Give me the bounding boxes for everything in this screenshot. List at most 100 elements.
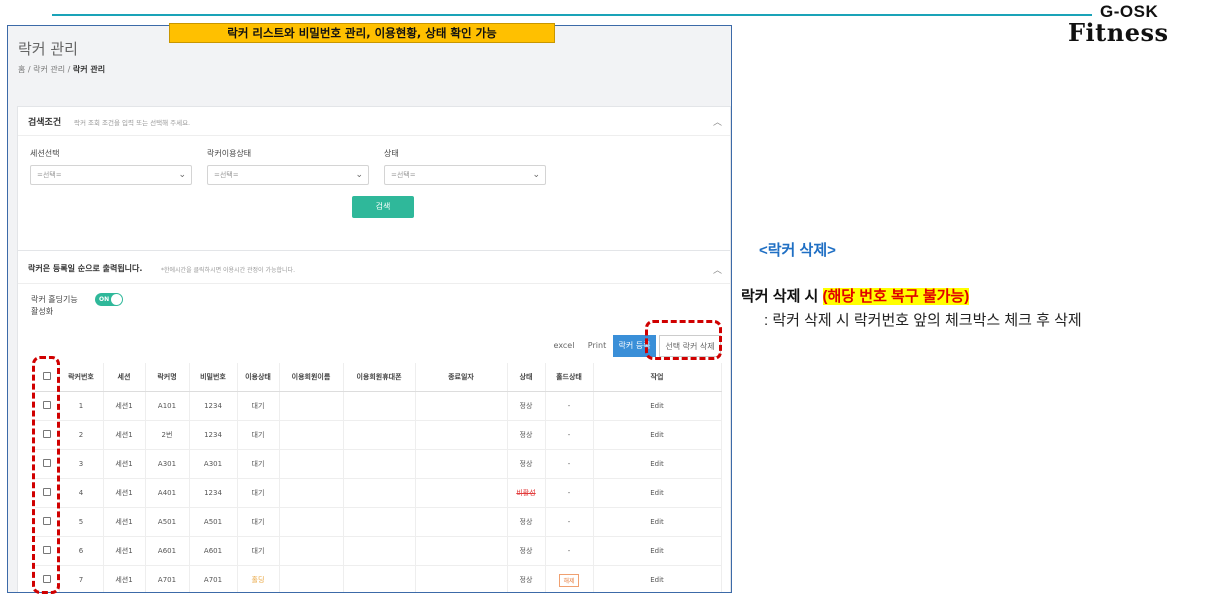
hold-status: -	[545, 391, 594, 421]
use-status[interactable]: 대기	[237, 507, 280, 537]
use-status[interactable]: 대기	[237, 449, 280, 479]
member-phone	[343, 565, 416, 592]
member-name	[279, 478, 344, 508]
use-status[interactable]: 홀딩	[237, 565, 280, 592]
end-date	[415, 478, 508, 508]
breadcrumb-current: 락커 관리	[72, 65, 106, 74]
col-hold-status[interactable]: 홀드상태	[545, 363, 594, 392]
annotation-line1-prefix: 락커 삭제 시	[741, 288, 823, 305]
member-phone	[343, 507, 416, 537]
session-select-value: =선택=	[37, 171, 62, 179]
member-name	[279, 391, 344, 421]
member-phone	[343, 478, 416, 508]
hold-label-line1: 락커 홀딩기능	[31, 295, 78, 304]
col-status[interactable]: 상태	[507, 363, 546, 392]
list-panel-header: 락커은 등록일 순으로 출력됩니다. *한에시간을 클릭하시면 이용시간 관정이…	[18, 251, 730, 284]
col-use-status[interactable]: 이용상태	[237, 363, 280, 392]
status: 정상	[507, 536, 546, 566]
use-status[interactable]: 대기	[237, 391, 280, 421]
locker-no: 6	[59, 536, 104, 566]
locker-no: 1	[59, 391, 104, 421]
locker-name: A601	[145, 536, 190, 566]
toggle-knob	[111, 294, 122, 305]
hold-label-line2: 활성화	[31, 307, 54, 316]
search-panel: 검색조건 락커 조회 조건을 입력 또는 선택해 주세요. ︿ 세션선택 =선택…	[17, 106, 731, 258]
locker-table: 락커번호 세션 락커명 비밀번호 이용상태 이용회원이름 이용회원휴대폰 종료일…	[35, 363, 722, 592]
collapse-chevron-icon[interactable]: ︿	[713, 263, 722, 276]
locker-no: 4	[59, 478, 104, 508]
col-locker-name[interactable]: 락커명	[145, 363, 190, 392]
edit-link[interactable]: Edit	[593, 507, 722, 537]
edit-link[interactable]: Edit	[593, 391, 722, 421]
brand-logo-bottom: Fitness	[1068, 18, 1169, 47]
status: 정상	[507, 507, 546, 537]
locker-name: A401	[145, 478, 190, 508]
status-select[interactable]: =선택= ⌄	[384, 165, 546, 185]
locker-name: 2번	[145, 420, 190, 450]
session: 세션1	[103, 507, 146, 537]
hold-status: -	[545, 507, 594, 537]
collapse-chevron-icon[interactable]: ︿	[713, 115, 722, 128]
hold-release-button[interactable]: 해제	[559, 573, 579, 587]
use-status[interactable]: 대기	[237, 478, 280, 508]
hold-toggle[interactable]: ON	[95, 293, 123, 306]
password: A701	[189, 565, 238, 592]
list-panel-title: 락커은 등록일 순으로 출력됩니다.	[28, 264, 143, 273]
header-rule	[52, 14, 1092, 16]
locker-name: A101	[145, 391, 190, 421]
breadcrumb-locker[interactable]: 락커 관리	[33, 65, 65, 74]
locker-use-status-select[interactable]: =선택= ⌄	[207, 165, 369, 185]
locker-no: 2	[59, 420, 104, 450]
table-row: 6 세션1 A601 A601 대기 정상 - Edit	[35, 536, 722, 566]
status-inactive: 비활성	[507, 478, 546, 508]
locker-use-status-label: 락커이용상태	[207, 149, 252, 158]
locker-name: A701	[145, 565, 190, 592]
col-session[interactable]: 세션	[103, 363, 146, 392]
edit-link[interactable]: Edit	[593, 536, 722, 566]
session: 세션1	[103, 565, 146, 592]
breadcrumb: 홈 / 락커 관리 / 락커 관리	[18, 65, 106, 74]
session-select[interactable]: =선택= ⌄	[30, 165, 192, 185]
checkbox-column-highlight	[32, 356, 60, 594]
use-status[interactable]: 대기	[237, 536, 280, 566]
edit-link[interactable]: Edit	[593, 420, 722, 450]
col-end-date[interactable]: 종료일자	[415, 363, 508, 392]
col-member-name[interactable]: 이용회원이름	[279, 363, 344, 392]
member-name	[279, 536, 344, 566]
annotation-warning: (해당 번호 복구 불가능)	[822, 288, 970, 305]
hold-status-cell: 해제	[545, 565, 594, 592]
annotation-line2: : 락커 삭제 시 락커번호 앞의 체크박스 체크 후 삭제	[764, 312, 1082, 329]
edit-link[interactable]: Edit	[593, 449, 722, 479]
member-phone	[343, 391, 416, 421]
locker-list-panel: 락커은 등록일 순으로 출력됩니다. *한에시간을 클릭하시면 이용시간 관정이…	[17, 250, 731, 592]
col-password[interactable]: 비밀번호	[189, 363, 238, 392]
session: 세션1	[103, 420, 146, 450]
print-button[interactable]: Print	[582, 335, 612, 357]
use-status[interactable]: 대기	[237, 420, 280, 450]
table-header-row: 락커번호 세션 락커명 비밀번호 이용상태 이용회원이름 이용회원휴대폰 종료일…	[35, 363, 722, 392]
edit-link[interactable]: Edit	[593, 478, 722, 508]
table-row: 3 세션1 A301 A301 대기 정상 - Edit	[35, 449, 722, 479]
locker-name: A501	[145, 507, 190, 537]
table-row: 7 세션1 A701 A701 홀딩 정상 해제 Edit	[35, 565, 722, 592]
edit-link[interactable]: Edit	[593, 565, 722, 592]
hold-status: -	[545, 449, 594, 479]
search-button[interactable]: 검색	[352, 196, 414, 218]
status-label: 상태	[384, 149, 399, 158]
password: 1234	[189, 478, 238, 508]
col-locker-no[interactable]: 락커번호	[59, 363, 104, 392]
password: A301	[189, 449, 238, 479]
locker-use-status-value: =선택=	[214, 171, 239, 179]
breadcrumb-home[interactable]: 홈	[18, 65, 25, 74]
password: A501	[189, 507, 238, 537]
end-date	[415, 449, 508, 479]
session: 세션1	[103, 478, 146, 508]
delete-button-highlight	[645, 320, 722, 360]
col-member-phone[interactable]: 이용회원휴대폰	[343, 363, 416, 392]
session: 세션1	[103, 449, 146, 479]
end-date	[415, 391, 508, 421]
chevron-down-icon: ⌄	[355, 170, 363, 180]
excel-button[interactable]: excel	[548, 335, 580, 357]
annotation-title: <락커 삭제>	[759, 242, 836, 259]
session: 세션1	[103, 391, 146, 421]
